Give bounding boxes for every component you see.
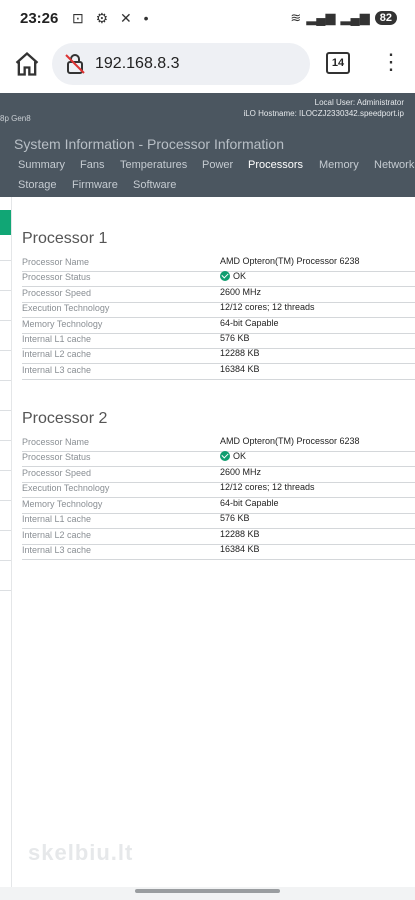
row-label: Processor Status bbox=[22, 452, 91, 462]
tab-temperatures[interactable]: Temperatures bbox=[120, 159, 187, 171]
table-row: Memory Technology 64-bit Capable bbox=[22, 318, 415, 334]
row-value: 16384 KB bbox=[220, 544, 260, 554]
processor-1-title: Processor 1 bbox=[22, 230, 108, 247]
tab-network[interactable]: Network bbox=[374, 159, 414, 171]
tab-storage[interactable]: Storage bbox=[18, 179, 57, 191]
row-value: OK bbox=[220, 271, 246, 281]
row-label: Internal L1 cache bbox=[22, 514, 92, 524]
row-label: Internal L2 cache bbox=[22, 530, 92, 540]
row-value: 12/12 cores; 12 threads bbox=[220, 482, 315, 492]
row-value: 2600 MHz bbox=[220, 287, 262, 297]
gesture-handle[interactable] bbox=[135, 889, 280, 893]
system-indicators: ≋ ▂▄▆ ▂▄▆ 82 bbox=[290, 10, 397, 26]
row-value: 12288 KB bbox=[220, 529, 260, 539]
browser-menu-icon[interactable]: ⋮ bbox=[380, 48, 402, 76]
sidebar-divider bbox=[0, 470, 11, 471]
tab-switcher-button[interactable]: 14 bbox=[326, 52, 350, 74]
sidebar-divider bbox=[0, 350, 11, 351]
table-row: Processor Status OK bbox=[22, 451, 415, 467]
table-row: Internal L3 cache 16384 KB bbox=[22, 544, 415, 560]
row-value: AMD Opteron(TM) Processor 6238 bbox=[220, 256, 360, 266]
row-label: Processor Status bbox=[22, 272, 91, 282]
tab-summary[interactable]: Summary bbox=[18, 159, 65, 171]
row-label: Processor Name bbox=[22, 257, 90, 267]
sidebar-divider bbox=[0, 500, 11, 501]
insecure-lock-icon[interactable] bbox=[63, 52, 87, 76]
address-bar[interactable]: 192.168.8.3 bbox=[52, 43, 310, 85]
url-text[interactable]: 192.168.8.3 bbox=[95, 55, 180, 73]
sidebar-active-item[interactable] bbox=[0, 210, 11, 235]
row-value: 64-bit Capable bbox=[220, 498, 279, 508]
sidebar-divider bbox=[0, 290, 11, 291]
table-row: Internal L1 cache 576 KB bbox=[22, 333, 415, 349]
sidebar bbox=[0, 197, 12, 887]
home-icon[interactable] bbox=[13, 50, 41, 78]
row-value: 576 KB bbox=[220, 513, 250, 523]
signal-icon: ▂▄▆ bbox=[306, 10, 336, 25]
ilo-hostname-label: iLO Hostname: ILOCZJ2330342.speedport.ip bbox=[243, 109, 404, 118]
row-value: 576 KB bbox=[220, 333, 250, 343]
signal-icon-2: ▂▄▆ bbox=[340, 10, 370, 25]
table-row: Internal L3 cache 16384 KB bbox=[22, 364, 415, 380]
sidebar-divider bbox=[0, 410, 11, 411]
row-label: Memory Technology bbox=[22, 319, 103, 329]
row-label: Internal L3 cache bbox=[22, 365, 92, 375]
sidebar-divider bbox=[0, 530, 11, 531]
table-row: Processor Speed 2600 MHz bbox=[22, 287, 415, 303]
table-row: Processor Name AMD Opteron(TM) Processor … bbox=[22, 436, 415, 452]
row-label: Internal L1 cache bbox=[22, 334, 92, 344]
sidebar-divider bbox=[0, 320, 11, 321]
table-row: Execution Technology 12/12 cores; 12 thre… bbox=[22, 302, 415, 318]
ok-status-icon bbox=[220, 271, 230, 281]
browser-toolbar: 192.168.8.3 14 ⋮ bbox=[0, 38, 415, 93]
clock: 23:26 bbox=[20, 10, 59, 27]
row-value: AMD Opteron(TM) Processor 6238 bbox=[220, 436, 360, 446]
row-label: Memory Technology bbox=[22, 499, 103, 509]
row-value: 64-bit Capable bbox=[220, 318, 279, 328]
row-label: Execution Technology bbox=[22, 483, 110, 493]
row-label: Internal L2 cache bbox=[22, 349, 92, 359]
ok-status-icon bbox=[220, 451, 230, 461]
table-row: Execution Technology 12/12 cores; 12 thre… bbox=[22, 482, 415, 498]
row-label: Internal L3 cache bbox=[22, 545, 92, 555]
status-bar: 23:26 ⊡ ⚙ ✕ • ≋ ▂▄▆ ▂▄▆ 82 bbox=[0, 0, 415, 38]
table-row: Internal L1 cache 576 KB bbox=[22, 513, 415, 529]
wifi-icon: ≋ bbox=[290, 10, 302, 25]
row-label: Processor Name bbox=[22, 437, 90, 447]
table-row: Processor Name AMD Opteron(TM) Processor … bbox=[22, 256, 415, 272]
battery-indicator: 82 bbox=[374, 11, 397, 25]
tab-processors[interactable]: Processors bbox=[248, 159, 303, 171]
tab-fans[interactable]: Fans bbox=[80, 159, 104, 171]
notification-icons: ⊡ ⚙ ✕ • bbox=[72, 10, 153, 26]
row-label: Execution Technology bbox=[22, 303, 110, 313]
row-value: 16384 KB bbox=[220, 364, 260, 374]
table-row: Processor Status OK bbox=[22, 271, 415, 287]
processor-2-title: Processor 2 bbox=[22, 410, 108, 427]
sidebar-divider bbox=[0, 440, 11, 441]
sidebar-divider bbox=[0, 560, 11, 561]
row-value: 12288 KB bbox=[220, 348, 260, 358]
table-row: Internal L2 cache 12288 KB bbox=[22, 348, 415, 364]
sidebar-divider bbox=[0, 260, 11, 261]
row-label: Processor Speed bbox=[22, 288, 92, 298]
tab-power[interactable]: Power bbox=[202, 159, 233, 171]
row-value: 2600 MHz bbox=[220, 467, 262, 477]
watermark: skelbiu.lt bbox=[28, 840, 134, 865]
tab-software[interactable]: Software bbox=[133, 179, 176, 191]
local-user-label: Local User: Administrator bbox=[314, 98, 404, 107]
row-label: Processor Speed bbox=[22, 468, 92, 478]
table-row: Processor Speed 2600 MHz bbox=[22, 467, 415, 483]
sidebar-divider bbox=[0, 380, 11, 381]
row-value: 12/12 cores; 12 threads bbox=[220, 302, 315, 312]
table-row: Memory Technology 64-bit Capable bbox=[22, 498, 415, 514]
row-value: OK bbox=[220, 451, 246, 461]
tab-firmware[interactable]: Firmware bbox=[72, 179, 118, 191]
sidebar-divider bbox=[0, 590, 11, 591]
page-title: System Information - Processor Informati… bbox=[14, 136, 284, 152]
table-row: Internal L2 cache 12288 KB bbox=[22, 529, 415, 545]
tab-memory[interactable]: Memory bbox=[319, 159, 359, 171]
server-model-label: 8p Gen8 bbox=[0, 114, 31, 123]
